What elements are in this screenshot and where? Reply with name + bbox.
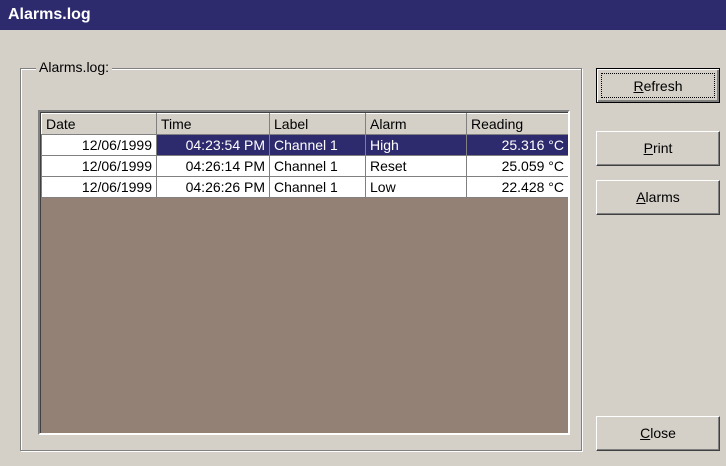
- print-button[interactable]: Print: [596, 131, 720, 166]
- cell-reading: 22.428 °C: [466, 176, 568, 198]
- cell-label: Channel 1: [269, 176, 366, 198]
- column-header-alarm[interactable]: Alarm: [365, 113, 467, 135]
- column-header-date[interactable]: Date: [41, 113, 157, 135]
- cell-reading: 25.316 °C: [466, 134, 568, 156]
- cell-time: 04:23:54 PM: [156, 134, 270, 156]
- column-header-label[interactable]: Label: [269, 113, 366, 135]
- alarms-log-window: Alarms.log Alarms.log: Date Time Label A…: [0, 0, 726, 466]
- cell-label: Channel 1: [269, 155, 366, 177]
- alarms-list-view[interactable]: Date Time Label Alarm Reading 12/06/1999…: [38, 110, 570, 435]
- column-header-reading[interactable]: Reading: [466, 113, 568, 135]
- table-header-row: Date Time Label Alarm Reading: [41, 113, 568, 135]
- print-mnemonic: P: [643, 140, 653, 156]
- close-mnemonic: C: [640, 425, 651, 441]
- groupbox-label: Alarms.log:: [36, 58, 113, 76]
- cell-alarm: Reset: [365, 155, 467, 177]
- cell-date: 12/06/1999: [41, 155, 157, 177]
- cell-date: 12/06/1999: [41, 134, 157, 156]
- table-row[interactable]: 12/06/1999 04:26:26 PM Channel 1 Low 22.…: [41, 176, 568, 198]
- refresh-button[interactable]: Refresh: [596, 68, 720, 103]
- cell-label: Channel 1: [269, 134, 366, 156]
- cell-alarm: High: [365, 134, 467, 156]
- window-title: Alarms.log: [0, 0, 726, 30]
- cell-alarm: Low: [365, 176, 467, 198]
- table-row[interactable]: 12/06/1999 04:26:14 PM Channel 1 Reset 2…: [41, 155, 568, 177]
- alarms-mnemonic: A: [636, 189, 646, 205]
- alarms-button[interactable]: Alarms: [596, 180, 720, 215]
- cell-reading: 25.059 °C: [466, 155, 568, 177]
- table-row[interactable]: 12/06/1999 04:23:54 PM Channel 1 High 25…: [41, 134, 568, 156]
- refresh-button-focus: Refresh: [601, 73, 715, 98]
- alarms-label: larms: [645, 189, 680, 205]
- cell-time: 04:26:26 PM: [156, 176, 270, 198]
- close-button[interactable]: Close: [596, 416, 720, 451]
- alarms-table: Date Time Label Alarm Reading 12/06/1999…: [41, 113, 568, 198]
- refresh-mnemonic: R: [633, 78, 644, 94]
- print-label: rint: [652, 140, 673, 156]
- cell-date: 12/06/1999: [41, 176, 157, 198]
- close-label: lose: [650, 425, 676, 441]
- column-header-time[interactable]: Time: [156, 113, 270, 135]
- cell-time: 04:26:14 PM: [156, 155, 270, 177]
- refresh-label: efresh: [643, 78, 683, 94]
